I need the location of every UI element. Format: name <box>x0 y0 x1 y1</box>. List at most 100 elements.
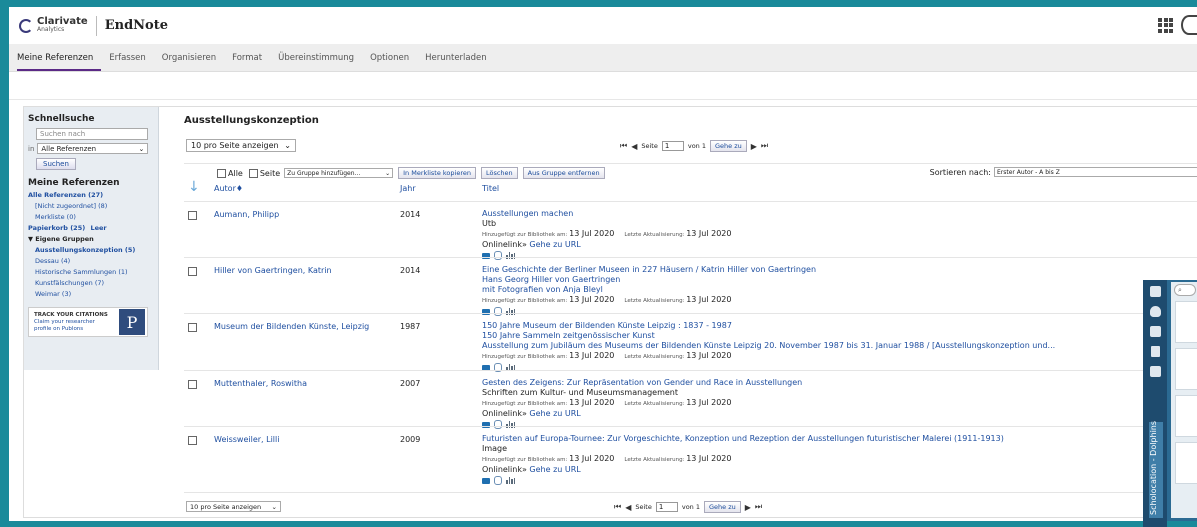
reference-row[interactable]: Weissweiler, Lilli 2009 Futuristen auf Eur… <box>184 426 1197 485</box>
attachment-icon[interactable] <box>494 476 502 485</box>
last-page-icon[interactable]: ⏭ <box>761 141 768 151</box>
reference-row[interactable]: Muttenthaler, Roswitha 2007 Gesten des Zei… <box>184 370 1197 429</box>
citation-chart-icon[interactable] <box>506 477 515 484</box>
reference-row[interactable]: Aumann, Philipp 2014 Ausstellungen machen U… <box>184 201 1197 260</box>
goto-url-link[interactable]: Gehe zu URL <box>529 409 580 418</box>
sidebar-trash[interactable]: Papierkorb (25) <box>28 224 85 232</box>
reference-author[interactable]: Museum der Bildenden Künste, Leipzig <box>214 322 369 331</box>
side-panel-label[interactable]: Scholocation - Dolphins <box>1149 421 1163 518</box>
select-all-label: Alle <box>228 168 243 178</box>
side-panel-card[interactable] <box>1175 442 1197 484</box>
sidebar-quick-list[interactable]: Merkliste (0) <box>28 213 158 221</box>
row-checkbox[interactable] <box>188 323 197 332</box>
per-page-select-bottom[interactable]: 10 pro Seite anzeigen ⌄ <box>186 501 281 512</box>
reference-author[interactable]: Weissweiler, Lilli <box>214 435 279 444</box>
nav-downloads[interactable]: Herunterladen <box>425 53 495 71</box>
nav-collect[interactable]: Erfassen <box>109 53 154 71</box>
nav-format[interactable]: Format <box>232 53 270 71</box>
reference-row[interactable]: Museum der Bildenden Künste, Leipzig 1987… <box>184 313 1197 372</box>
page-label: Seite <box>641 142 658 150</box>
reference-year: 2007 <box>400 379 421 388</box>
sidebar-all-references[interactable]: Alle Referenzen (27) <box>28 191 158 199</box>
page-input[interactable]: 1 <box>661 141 684 151</box>
reference-year: 2014 <box>400 210 421 219</box>
col-author[interactable]: Autor♦ <box>214 184 243 193</box>
trash-icon[interactable] <box>1150 346 1160 357</box>
per-page-select[interactable]: 10 pro Seite anzeigen ⌄ <box>186 139 296 152</box>
copy-to-quick-list-button[interactable]: In Merkliste kopieren <box>398 167 476 179</box>
reference-title[interactable]: Ausstellungen machen <box>482 209 1197 219</box>
sidebar-unfiled[interactable]: [Nicht zugeordnet] (8) <box>28 202 158 210</box>
side-panel-card[interactable] <box>1175 301 1197 343</box>
first-page-icon[interactable]: ⏮ <box>614 502 621 512</box>
reference-title[interactable]: Eine Geschichte der Berliner Museen in 2… <box>482 265 1197 275</box>
reference-author[interactable]: Aumann, Philipp <box>214 210 279 219</box>
goto-page-button[interactable]: Gehe zu <box>710 140 747 152</box>
reference-title[interactable]: Hans Georg Hiller von Gaertringen <box>482 275 1197 285</box>
sidebar-empty-trash[interactable]: Leer <box>90 224 106 232</box>
first-page-icon[interactable]: ⏮ <box>620 141 627 151</box>
reference-title[interactable]: 150 Jahre Sammeln zeitgenössischer Kunst <box>482 331 1197 341</box>
row-checkbox[interactable] <box>188 436 197 445</box>
add-to-group-select[interactable]: Zu Gruppe hinzufügen... ⌄ <box>284 168 394 178</box>
sidebar-own-groups[interactable]: ▼ Eigene Gruppen <box>28 235 158 243</box>
row-checkbox[interactable] <box>188 380 197 389</box>
folder-icon[interactable] <box>1149 366 1161 377</box>
col-year[interactable]: Jahr <box>400 184 416 193</box>
page-input[interactable]: 1 <box>655 502 678 512</box>
nav-options[interactable]: Optionen <box>370 53 417 71</box>
nav-match[interactable]: Übereinstimmung <box>278 53 362 71</box>
reference-dates: Hinzugefügt zur Bibliothek am: 13 Jul 20… <box>482 229 1197 240</box>
apps-grid-icon[interactable] <box>1158 17 1173 33</box>
sidebar-group-item[interactable]: Dessau (4) <box>28 257 158 265</box>
remove-from-group-button[interactable]: Aus Gruppe entfernen <box>522 167 605 179</box>
col-title[interactable]: Titel <box>482 184 499 193</box>
side-panel-card[interactable] <box>1175 348 1197 390</box>
folder-open-icon[interactable] <box>1149 326 1161 337</box>
sidebar-group-item[interactable]: Kunstfälschungen (7) <box>28 279 158 287</box>
reference-title[interactable]: 150 Jahre Museum der Bildenden Künste Le… <box>482 321 1197 331</box>
select-all-checkbox[interactable] <box>217 168 226 178</box>
delete-button[interactable]: Löschen <box>480 167 518 179</box>
reference-dates: Hinzugefügt zur Bibliothek am: 13 Jul 20… <box>482 351 1197 362</box>
brand-top: Clarivate <box>37 15 88 27</box>
of-pages-label: von 1 <box>681 503 700 511</box>
added-date: 13 Jul 2020 <box>569 351 615 360</box>
last-page-icon[interactable]: ⏭ <box>755 502 762 512</box>
side-panel-search-icon[interactable]: ⌕ <box>1174 284 1196 296</box>
folder-icon[interactable] <box>482 477 490 484</box>
publons-banner[interactable]: TRACK YOUR CITATIONS Claim your research… <box>28 307 148 337</box>
next-page-icon[interactable]: ▶ <box>745 503 751 512</box>
heart-icon[interactable] <box>1149 306 1161 317</box>
sort-select[interactable]: Erster Autor - A bis Z <box>994 167 1197 177</box>
book-icon[interactable] <box>1149 286 1161 297</box>
reference-author[interactable]: Muttenthaler, Roswitha <box>214 379 307 388</box>
sidebar-group-item[interactable]: Historische Sammlungen (1) <box>28 268 158 276</box>
prev-page-icon[interactable]: ◀ <box>631 142 637 151</box>
row-checkbox[interactable] <box>188 267 197 276</box>
top-pager: ⏮ ◀ Seite 1 von 1 Gehe zu ▶ ⏭ <box>620 140 768 152</box>
goto-url-link[interactable]: Gehe zu URL <box>529 240 580 249</box>
clarivate-logo[interactable]: Clarivate Analytics <box>19 15 88 34</box>
reference-title[interactable]: Ausstellung zum Jubiläum des Museums der… <box>482 341 1197 351</box>
sidebar-group-item[interactable]: Weimar (3) <box>28 290 158 298</box>
reference-title[interactable]: Gesten des Zeigens: Zur Repräsentation v… <box>482 378 1197 388</box>
nav-my-references[interactable]: Meine Referenzen <box>17 53 102 71</box>
reference-title[interactable]: Futuristen auf Europa-Tournee: Zur Vorge… <box>482 434 1197 444</box>
goto-url-link[interactable]: Gehe zu URL <box>529 465 580 474</box>
side-panel-card[interactable] <box>1175 395 1197 437</box>
goto-page-button[interactable]: Gehe zu <box>704 501 741 513</box>
reference-title[interactable]: mit Fotografien von Anja Bleyl <box>482 285 1197 295</box>
row-checkbox[interactable] <box>188 211 197 220</box>
search-button[interactable]: Suchen <box>36 158 76 170</box>
user-account-icon[interactable] <box>1181 15 1197 35</box>
reference-row[interactable]: Hiller von Gaertringen, Katrin 2014 Eine G… <box>184 257 1197 316</box>
quick-search-input[interactable]: Suchen nach <box>36 128 148 140</box>
search-scope-select[interactable]: Alle Referenzen ⌄ <box>37 143 149 154</box>
reference-author[interactable]: Hiller von Gaertringen, Katrin <box>214 266 332 275</box>
sidebar-group-item[interactable]: Ausstellungskonzeption (5) <box>28 246 158 254</box>
select-page-checkbox[interactable] <box>248 168 258 178</box>
nav-organize[interactable]: Organisieren <box>162 53 224 71</box>
prev-page-icon[interactable]: ◀ <box>625 503 631 512</box>
next-page-icon[interactable]: ▶ <box>751 142 757 151</box>
